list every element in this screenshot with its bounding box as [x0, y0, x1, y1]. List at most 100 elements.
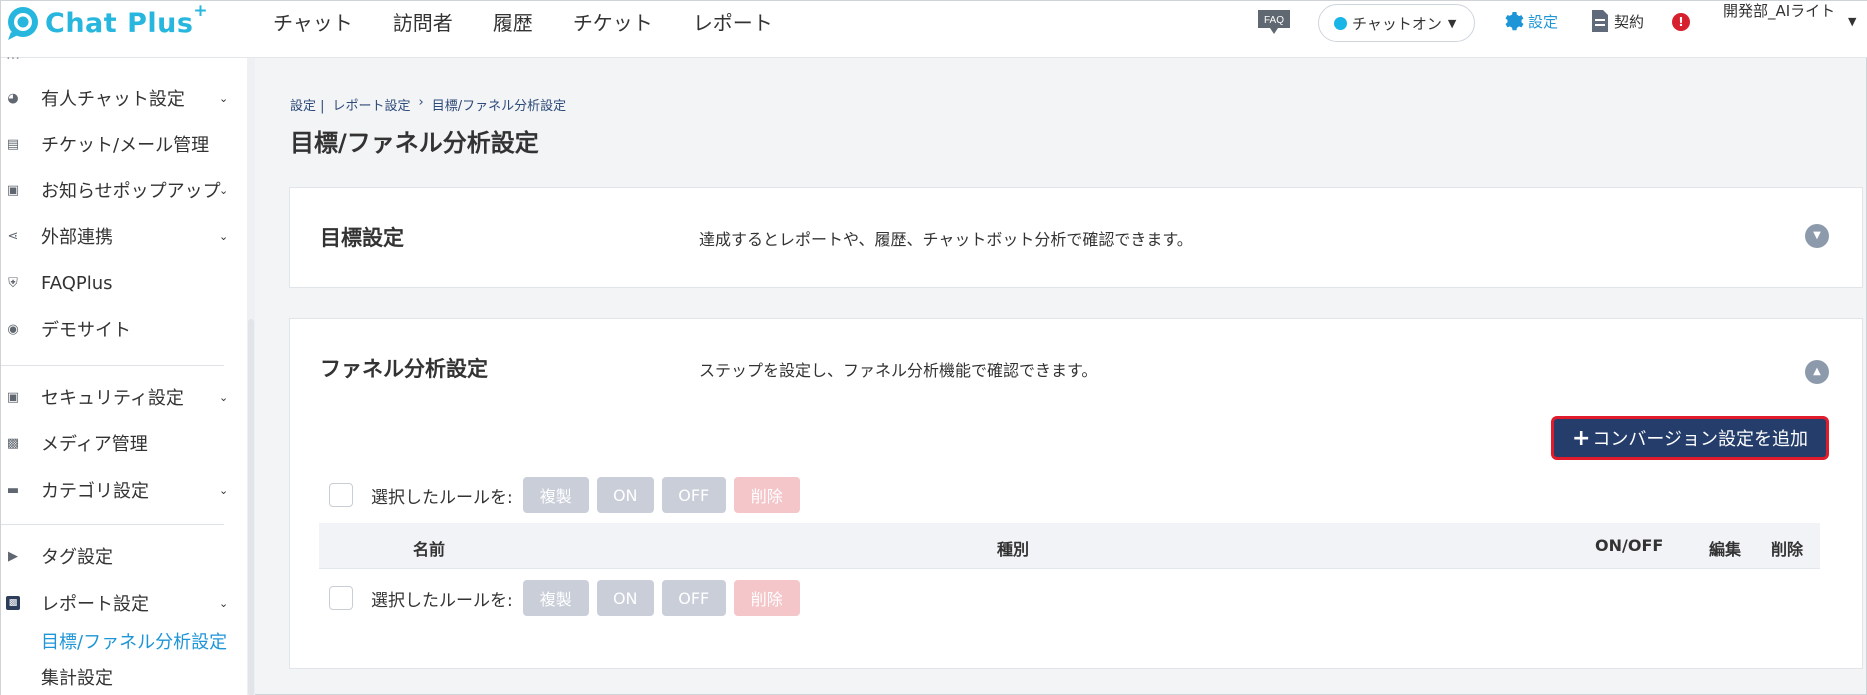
column-onoff: ON/OFF [1595, 536, 1664, 555]
logo-plus: + [193, 1, 208, 21]
goal-settings-card: 目標設定 達成するとレポートや、履歴、チャットボット分析で確認できます。 ▼ [289, 187, 1863, 288]
add-conversion-button[interactable]: + コンバージョン設定を追加 [1551, 416, 1829, 460]
column-name: 名前 [413, 540, 446, 559]
sidebar-item-ticket-mail[interactable]: ▤ チケット/メール管理 [1, 129, 241, 159]
breadcrumb-current: 目標/ファネル分析設定 [431, 99, 567, 114]
goal-card-title: 目標設定 [320, 226, 404, 250]
tag-icon: ▶ [8, 548, 18, 564]
chevron-down-icon: ⌄ [219, 483, 229, 497]
sidebar-item-security[interactable]: ▣ セキュリティ設定 ⌄ [1, 382, 241, 412]
nav-visitors[interactable]: 訪問者 [393, 7, 453, 36]
nav-chat[interactable]: チャット [273, 7, 353, 36]
off-button[interactable]: OFF [661, 580, 726, 616]
chevron-down-icon[interactable]: ▼ [1848, 15, 1856, 28]
breadcrumb-separator: › [418, 95, 424, 110]
chat-status-toggle[interactable]: チャットオン ▼ [1318, 4, 1475, 42]
breadcrumb: 設定 | レポート設定 › 目標/ファネル分析設定 [290, 95, 574, 114]
main-nav: チャット 訪問者 履歴 チケット レポート [273, 1, 813, 41]
plus-icon: + [1571, 425, 1591, 451]
alert-icon[interactable]: ! [1672, 13, 1690, 31]
status-label: チャットオン [1352, 14, 1442, 33]
security-icon: ▣ [6, 389, 20, 405]
nav-history[interactable]: 履歴 [493, 7, 533, 36]
duplicate-button[interactable]: 複製 [522, 477, 589, 513]
logo[interactable]: Chat Plus + [5, 1, 208, 43]
sidebar-item-label: チケット/メール管理 [41, 135, 210, 156]
sidebar-item-label: タグ設定 [41, 547, 113, 568]
breadcrumb-settings[interactable]: 設定 | [290, 95, 325, 114]
faq-label: FAQ [1264, 15, 1284, 26]
sidebar-item-label: デモサイト [41, 320, 131, 341]
contract-label: 契約 [1614, 12, 1645, 31]
image-icon: ▩ [6, 435, 20, 451]
breadcrumb-report-settings[interactable]: レポート設定 [333, 95, 411, 114]
expand-chevron-down-icon[interactable]: ▼ [1805, 224, 1829, 248]
top-header: Chat Plus + チャット 訪問者 履歴 チケット レポート FAQ チャ… [1, 1, 1867, 58]
chevron-down-icon: ⌄ [219, 229, 229, 243]
chat-logo-icon [8, 7, 38, 40]
sidebar-item-label: 外部連携 [41, 227, 113, 248]
user-menu[interactable]: 開発部_AIライト [1723, 1, 1863, 22]
chevron-down-icon: ⌄ [219, 390, 229, 404]
sidebar-item-faqplus[interactable]: ⛨ FAQPlus [1, 268, 241, 298]
faqplus-icon: ⛨ [8, 275, 18, 291]
popup-icon: ▣ [6, 182, 20, 198]
sidebar-item-label: お知らせポップアップ [41, 181, 221, 202]
sidebar-item-partial: … [6, 47, 20, 63]
page-title: 目標/ファネル分析設定 [290, 129, 539, 157]
chevron-down-icon: ▼ [1447, 16, 1457, 30]
faq-icon[interactable]: FAQ [1256, 8, 1292, 36]
sidebar-item-label: セキュリティ設定 [41, 388, 184, 409]
sidebar-divider [1, 365, 224, 366]
sidebar-item-label: カテゴリ設定 [41, 481, 149, 502]
settings-link[interactable]: 設定 [1502, 9, 1558, 33]
on-button[interactable]: ON [596, 477, 654, 513]
sidebar-item-notice-popup[interactable]: ▣ お知らせポップアップ ⌄ [1, 175, 241, 205]
rules-table-header: 名前 種別 ON/OFF 編集 削除 [319, 523, 1820, 569]
chevron-down-icon: ⌄ [219, 183, 229, 197]
goal-card-description: 達成するとレポートや、履歴、チャットボット分析で確認できます。 [699, 230, 1193, 249]
bulk-label: 選択したルールを: [371, 590, 513, 611]
delete-button[interactable]: 削除 [733, 580, 800, 616]
sidebar-item-label: メディア管理 [41, 434, 148, 455]
select-all-checkbox[interactable] [329, 483, 353, 507]
folder-icon: ▬ [6, 482, 20, 498]
sidebar-item-label: 有人チャット設定 [41, 89, 185, 110]
column-edit: 編集 [1709, 540, 1742, 559]
sidebar-item-category[interactable]: ▬ カテゴリ設定 ⌄ [1, 475, 241, 505]
sidebar-item-report[interactable]: ▩ レポート設定 ⌄ [1, 588, 241, 618]
sidebar-subitem-aggregation[interactable]: 集計設定 [41, 664, 113, 690]
column-type: 種別 [997, 540, 1030, 559]
funnel-card-description: ステップを設定し、ファネル分析機能で確認できます。 [699, 361, 1098, 380]
status-dot-icon [1334, 16, 1347, 30]
sidebar-item-manned-chat[interactable]: ◕ 有人チャット設定 ⌄ [1, 83, 241, 113]
sidebar-item-media[interactable]: ▩ メディア管理 [1, 428, 241, 458]
nav-ticket[interactable]: チケット [573, 7, 653, 36]
sidebar-scrollbar-thumb[interactable] [248, 319, 254, 695]
share-icon: ⋖ [7, 228, 19, 244]
add-conversion-label: コンバージョン設定を追加 [1592, 429, 1809, 450]
column-delete: 削除 [1771, 540, 1804, 559]
select-all-checkbox[interactable] [329, 586, 353, 610]
on-button[interactable]: ON [596, 580, 654, 616]
duplicate-button[interactable]: 複製 [522, 580, 589, 616]
chevron-down-icon: ⌄ [219, 91, 229, 105]
bulk-actions-bottom: 選択したルールを: 複製 ON OFF 削除 [329, 580, 808, 616]
sidebar-subitem-goal-funnel[interactable]: 目標/ファネル分析設定 [41, 628, 227, 654]
sidebar-divider [1, 524, 224, 525]
settings-label: 設定 [1528, 12, 1559, 31]
bulk-label: 選択したルールを: [371, 487, 513, 508]
collapse-chevron-up-icon[interactable]: ▲ [1805, 360, 1829, 384]
funnel-card-title: ファネル分析設定 [320, 357, 488, 381]
list-icon: ▤ [6, 136, 20, 152]
delete-button[interactable]: 削除 [733, 477, 800, 513]
headset-icon: ◕ [7, 90, 19, 106]
nav-report[interactable]: レポート [693, 7, 773, 36]
sidebar-item-demo-site[interactable]: ◉ デモサイト [1, 314, 241, 344]
contract-link[interactable]: 契約 [1590, 9, 1644, 33]
off-button[interactable]: OFF [661, 477, 726, 513]
bulk-actions-top: 選択したルールを: 複製 ON OFF 削除 [329, 477, 808, 513]
sidebar-item-integration[interactable]: ⋖ 外部連携 ⌄ [1, 221, 241, 251]
sidebar-item-tag[interactable]: ▶ タグ設定 [1, 541, 241, 571]
chevron-down-icon: ⌄ [219, 596, 229, 610]
